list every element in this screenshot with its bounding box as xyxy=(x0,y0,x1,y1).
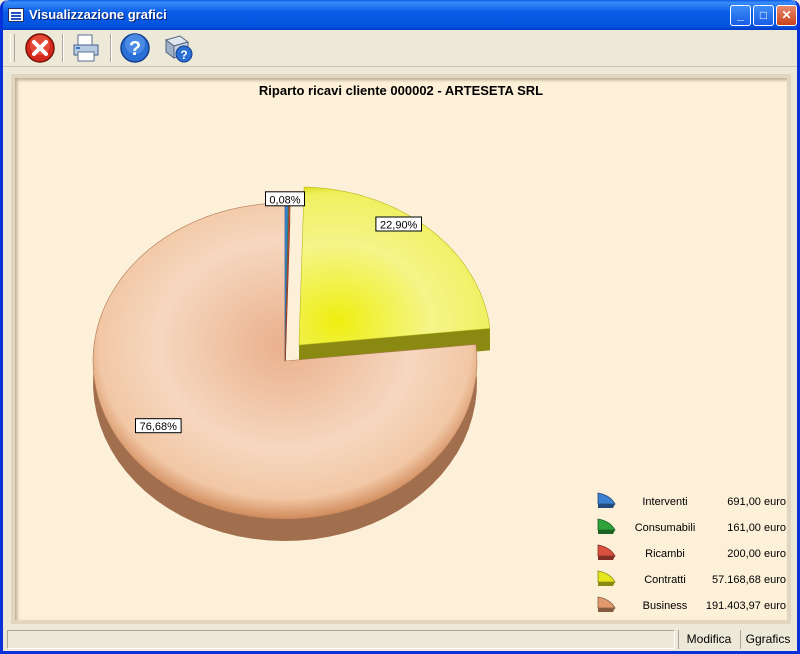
toolbar-grip[interactable] xyxy=(10,34,15,62)
percent-label-text: 22,90% xyxy=(380,220,418,232)
legend-item-consumabili: Consumabili 161,00 euro xyxy=(597,518,786,534)
percent-label-text: 0,08% xyxy=(269,194,300,206)
toolbar-separator xyxy=(62,34,63,62)
help-button[interactable]: ? xyxy=(119,32,151,64)
legend-value: 691,00 euro xyxy=(727,496,786,508)
legend-label: Business xyxy=(643,600,688,612)
legend-label: Contratti xyxy=(644,574,686,586)
toolbar: ? ? xyxy=(3,30,797,67)
percent-label-contratti: 22,90% xyxy=(375,216,422,232)
percent-label-interventi: 0,08% xyxy=(265,191,305,207)
help-book-icon: ? xyxy=(164,35,193,63)
maximize-button[interactable]: □ xyxy=(753,5,774,26)
pie-chart: Riparto ricavi cliente 000002 - ARTESETA… xyxy=(92,83,786,612)
chart-area: Riparto ricavi cliente 000002 - ARTESETA… xyxy=(11,74,791,624)
context-help-button[interactable]: ? xyxy=(162,32,194,64)
legend-label: Ricambi xyxy=(645,548,685,560)
close-button[interactable]: ✕ xyxy=(776,5,797,26)
status-modifica: Modifica xyxy=(678,630,739,649)
status-panel-main xyxy=(7,630,675,649)
legend-value: 57.168,68 euro xyxy=(712,574,786,586)
legend-swatch-icon xyxy=(597,596,616,609)
legend-swatch-icon xyxy=(597,492,616,505)
legend-item-business: Business 191.403,97 euro xyxy=(597,596,786,612)
window-icon xyxy=(8,8,24,22)
svg-text:?: ? xyxy=(129,38,141,60)
help-icon: ? xyxy=(120,33,150,63)
status-grafics: Ggrafics xyxy=(740,630,795,649)
minimize-button[interactable]: _ xyxy=(730,5,751,26)
legend-value: 200,00 euro xyxy=(727,548,786,560)
legend-item-ricambi: Ricambi 200,00 euro xyxy=(597,544,786,560)
chart-window: Visualizzazione grafici _ □ ✕ ? ? Ripart… xyxy=(0,0,800,654)
legend-swatch-side xyxy=(598,504,615,508)
percent-label-text: 76,68% xyxy=(140,421,178,433)
legend: Interventi 691,00 euro Consumabili 161,00 e… xyxy=(597,492,786,612)
legend-item-interventi: Interventi 691,00 euro xyxy=(597,492,786,508)
legend-swatch-side xyxy=(598,608,615,612)
red-x-icon xyxy=(25,33,55,63)
chart-title: Riparto ricavi cliente 000002 - ARTESETA… xyxy=(259,83,543,98)
legend-label: Interventi xyxy=(642,496,687,508)
printer-icon xyxy=(73,34,99,62)
status-bar: Modifica Ggrafics xyxy=(3,628,797,651)
legend-label: Consumabili xyxy=(635,522,696,534)
close-chart-button[interactable] xyxy=(24,32,56,64)
svg-text:?: ? xyxy=(180,48,187,62)
legend-swatch-icon xyxy=(597,570,616,583)
toolbar-separator xyxy=(110,34,111,62)
print-button[interactable] xyxy=(70,32,102,64)
percent-label-business: 76,68% xyxy=(135,418,182,434)
window-title: Visualizzazione grafici xyxy=(29,7,167,22)
legend-value: 191.403,97 euro xyxy=(706,600,786,612)
legend-swatch-icon xyxy=(597,544,616,557)
pie-slice-contratti[interactable] xyxy=(298,186,491,346)
pie: 0,08% 22,90% 76,68% xyxy=(92,186,491,541)
legend-value: 161,00 euro xyxy=(727,522,786,534)
legend-swatch-icon xyxy=(597,518,616,531)
title-bar[interactable]: Visualizzazione grafici _ □ ✕ xyxy=(3,0,797,30)
legend-swatch-side xyxy=(598,582,615,586)
legend-swatch-side xyxy=(598,530,615,534)
legend-swatch-side xyxy=(598,556,615,560)
legend-item-contratti: Contratti 57.168,68 euro xyxy=(597,570,786,586)
